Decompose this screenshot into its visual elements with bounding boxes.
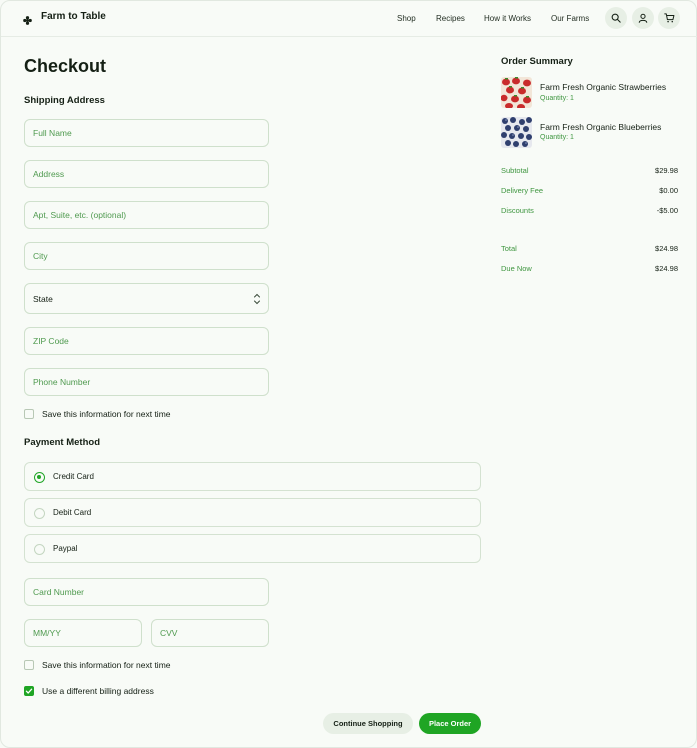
blueberries-image [501, 117, 532, 148]
nav-link-recipes[interactable]: Recipes [436, 14, 465, 23]
save-shipping-info-checkbox[interactable]: Save this information for next time [24, 409, 171, 419]
shipping-address-heading: Shipping Address [24, 95, 105, 106]
cart-button[interactable] [658, 7, 680, 29]
checkbox-unchecked[interactable] [24, 409, 34, 419]
checkmark-icon [25, 688, 33, 694]
due-now-value: $24.98 [655, 264, 678, 273]
nav-link-our-farms[interactable]: Our Farms [551, 14, 589, 23]
discounts-value: -$5.00 [656, 206, 678, 215]
radio-unselected-icon[interactable] [34, 508, 45, 519]
save-payment-info-checkbox[interactable]: Save this information for next time [24, 660, 171, 670]
radio-unselected-icon[interactable] [34, 544, 45, 555]
discounts-label: Discounts [501, 206, 534, 215]
nav-link-shop[interactable]: Shop [397, 14, 416, 23]
brand-name: Farm to Table [41, 11, 106, 22]
payment-option-label: Debit Card [53, 508, 92, 517]
city-field[interactable] [24, 242, 269, 270]
payment-option-label: Credit Card [53, 472, 94, 481]
checkbox-checked[interactable] [24, 686, 34, 696]
different-billing-checkbox[interactable]: Use a different billing address [24, 686, 154, 696]
expiry-date-field[interactable] [24, 619, 142, 647]
strawberries-image [501, 77, 532, 108]
payment-option-paypal[interactable]: Paypal [24, 534, 481, 563]
zip-code-field[interactable] [24, 327, 269, 355]
cvv-field[interactable] [151, 619, 269, 647]
order-item-name: Farm Fresh Organic Strawberries [540, 82, 667, 92]
full-name-field[interactable] [24, 119, 269, 147]
chevron-up-down-icon [254, 293, 260, 305]
order-item-quantity: Quantity: 1 [540, 134, 574, 141]
address-field[interactable] [24, 160, 269, 188]
total-label: Total [501, 244, 517, 253]
account-button[interactable] [632, 7, 654, 29]
save-shipping-info-label: Save this information for next time [42, 409, 171, 419]
user-icon [638, 13, 648, 23]
order-summary-heading: Order Summary [501, 56, 573, 67]
page-title: Checkout [24, 56, 107, 76]
search-button[interactable] [605, 7, 627, 29]
delivery-fee-value: $0.00 [659, 186, 678, 195]
brand-logo[interactable]: Farm to Table [23, 11, 106, 25]
payment-method-heading: Payment Method [24, 437, 101, 448]
continue-shopping-button[interactable]: Continue Shopping [323, 713, 413, 734]
phone-number-field[interactable] [24, 368, 269, 396]
state-select-label: State [33, 294, 53, 304]
card-number-field[interactable] [24, 578, 269, 606]
checkbox-unchecked[interactable] [24, 660, 34, 670]
different-billing-label: Use a different billing address [42, 686, 154, 696]
radio-selected-icon[interactable] [34, 472, 45, 483]
apt-suite-field[interactable] [24, 201, 269, 229]
subtotal-value: $29.98 [655, 166, 678, 175]
top-nav-bar: Farm to Table Shop Recipes How it Works … [1, 1, 697, 37]
payment-option-debit-card[interactable]: Debit Card [24, 498, 481, 527]
due-now-label: Due Now [501, 264, 532, 273]
state-select[interactable]: State [24, 283, 269, 314]
flower-logo-icon [23, 12, 32, 25]
subtotal-label: Subtotal [501, 166, 529, 175]
total-value: $24.98 [655, 244, 678, 253]
search-icon [611, 13, 621, 23]
nav-link-how-it-works[interactable]: How it Works [484, 14, 531, 23]
place-order-button[interactable]: Place Order [419, 713, 481, 734]
payment-option-credit-card[interactable]: Credit Card [24, 462, 481, 491]
order-item-name: Farm Fresh Organic Blueberries [540, 122, 662, 132]
save-payment-info-label: Save this information for next time [42, 660, 171, 670]
delivery-fee-label: Delivery Fee [501, 186, 544, 195]
shopping-cart-icon [663, 13, 674, 23]
app-frame: Farm to Table Shop Recipes How it Works … [0, 0, 697, 748]
payment-option-label: Paypal [53, 544, 78, 553]
order-item-quantity: Quantity: 1 [540, 95, 574, 102]
